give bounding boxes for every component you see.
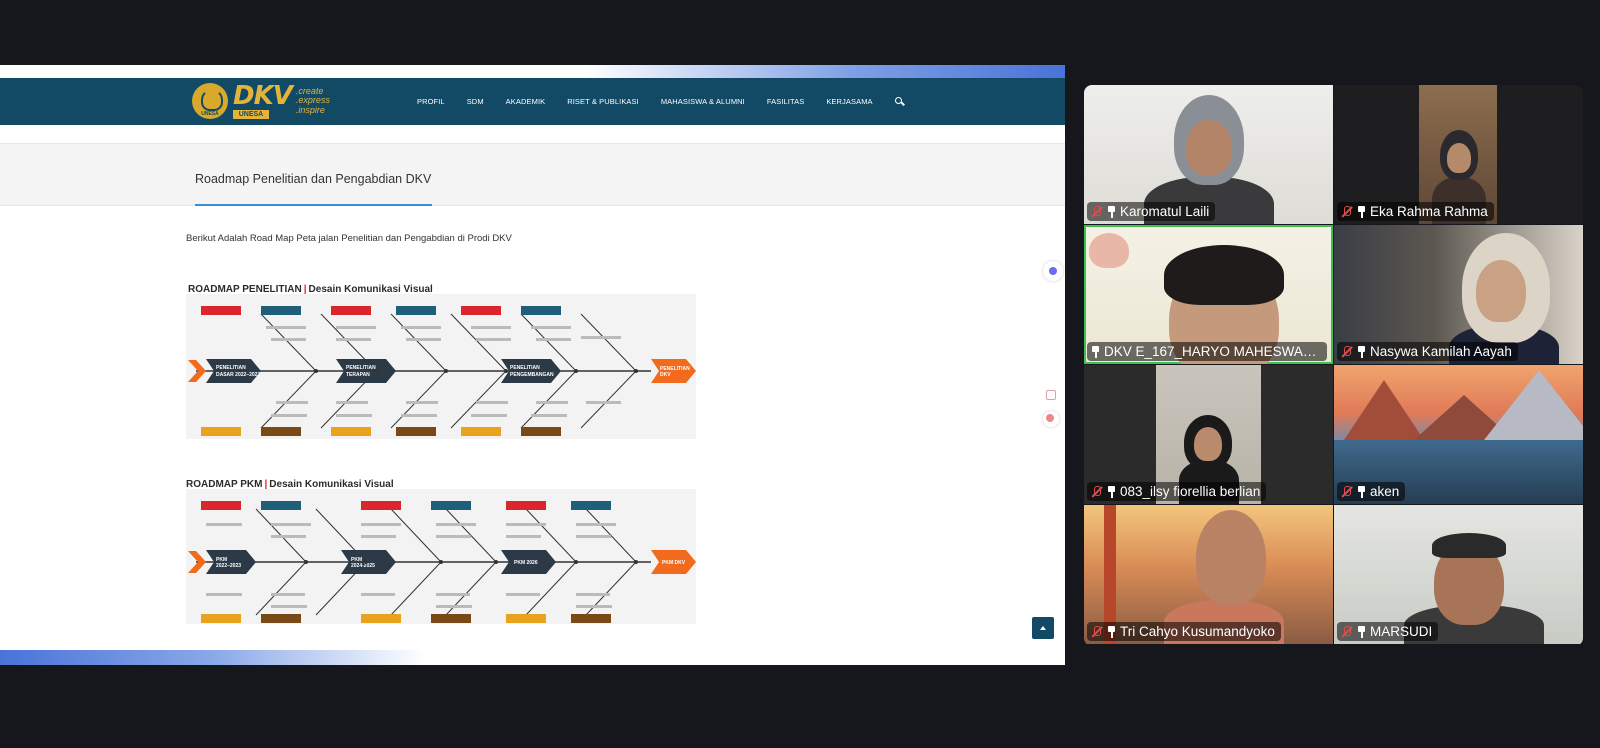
main-nav: PROFIL SDM AKADEMIK RISET & PUBLIKASI MA… — [417, 78, 905, 125]
participant-video — [1089, 233, 1129, 268]
page-title: Roadmap Penelitian dan Pengabdian DKV — [195, 172, 432, 186]
mic-off-icon — [1091, 205, 1103, 218]
roadmap-penelitian-image: ROADMAP PENELITIAN | Desain Komunikasi Vis… — [186, 284, 696, 439]
participant-name-tag: MARSUDI — [1337, 622, 1439, 641]
nav-item-akademik[interactable]: AKADEMIK — [506, 97, 546, 106]
participant-video — [1447, 143, 1471, 173]
svg-text:PENGEMBANGAN: PENGEMBANGAN — [510, 372, 554, 378]
participant-name-tag: Karomatul Laili — [1087, 202, 1216, 221]
participant-video — [1194, 427, 1222, 461]
nav-item-sdm[interactable]: SDM — [467, 97, 484, 106]
back-to-top-button[interactable] — [1032, 617, 1054, 639]
roadmap-pkm-fishbone: PKM2022–2023 PKM2024-2025 PKM 2026 PKM D… — [188, 501, 696, 623]
mic-off-icon — [1341, 625, 1353, 638]
pin-icon — [1357, 485, 1366, 498]
mic-off-icon — [1341, 345, 1353, 358]
participant-video — [1186, 120, 1232, 175]
participant-name-tag: 083_ilsy fiorellia berlian — [1087, 482, 1267, 501]
bottom-gradient-stripe — [0, 650, 1065, 665]
participant-name-tag: Tri Cahyo Kusumandyoko — [1087, 622, 1281, 641]
pin-icon — [1107, 625, 1116, 638]
svg-text:2022–2023: 2022–2023 — [216, 563, 241, 569]
pin-icon — [1091, 345, 1100, 358]
participant-tile[interactable]: Tri Cahyo Kusumandyoko — [1084, 505, 1333, 644]
intro-text: Berikut Adalah Road Map Peta jalan Penel… — [186, 233, 512, 244]
participant-video — [1484, 370, 1583, 440]
participant-video — [1476, 260, 1526, 322]
participant-tile[interactable]: Nasywa Kamilah Aayah — [1334, 225, 1583, 364]
pin-icon — [1357, 345, 1366, 358]
svg-text:2024-2025: 2024-2025 — [351, 563, 375, 569]
search-icon[interactable] — [894, 96, 905, 107]
roadmap-penelitian-fishbone: PENELITIANDASAR 2022–2023 PENELITIANTERA… — [188, 306, 696, 436]
mic-off-icon — [1341, 205, 1353, 218]
unesa-seal-icon: UNESA — [192, 83, 228, 119]
participant-gallery: Karomatul Laili Eka Rahma Rahma DKV E_16… — [1084, 85, 1583, 646]
svg-text:PKM DKV: PKM DKV — [662, 560, 686, 566]
nav-item-fasilitas[interactable]: FASILITAS — [767, 97, 804, 106]
svg-text:DKV: DKV — [660, 372, 671, 378]
title-underline — [195, 204, 432, 206]
mic-off-icon — [1091, 625, 1103, 638]
site-logo[interactable]: UNESA DKV UNESA .create .express .inspir… — [192, 81, 330, 121]
svg-text:DASAR 2022–2023: DASAR 2022–2023 — [216, 372, 260, 378]
pin-icon — [1107, 205, 1116, 218]
pin-icon — [1357, 205, 1366, 218]
roadmap-pkm-image: ROADMAP PKM | Desain Komunikasi Visual P… — [186, 479, 696, 624]
participant-tile[interactable]: MARSUDI — [1334, 505, 1583, 644]
pin-icon — [1357, 625, 1366, 638]
nav-item-mahasiswa-alumni[interactable]: MAHASISWA & ALUMNI — [661, 97, 745, 106]
participant-video — [1432, 533, 1506, 558]
floating-translate-icon[interactable] — [1043, 411, 1059, 427]
participant-name-tag: DKV E_167_HARYO MAHESWARA... — [1087, 342, 1327, 361]
participant-tile-active-speaker[interactable]: DKV E_167_HARYO MAHESWARA... — [1084, 225, 1333, 364]
nav-item-profil[interactable]: PROFIL — [417, 97, 445, 106]
nav-item-riset-publikasi[interactable]: RISET & PUBLIKASI — [567, 97, 639, 106]
svg-text:TERAPAN: TERAPAN — [346, 372, 370, 378]
participant-video — [1196, 510, 1266, 605]
participant-tile[interactable]: aken — [1334, 365, 1583, 504]
svg-text:PKM 2026: PKM 2026 — [514, 560, 538, 566]
logo-tagline: .create .express .inspire — [295, 85, 330, 115]
participant-tile[interactable]: 083_ilsy fiorellia berlian — [1084, 365, 1333, 504]
participant-tile[interactable]: Karomatul Laili — [1084, 85, 1333, 224]
participant-tile[interactable]: Eka Rahma Rahma — [1334, 85, 1583, 224]
nav-item-kerjasama[interactable]: KERJASAMA — [826, 97, 872, 106]
participant-name-tag: aken — [1337, 482, 1406, 501]
participant-name-tag: Eka Rahma Rahma — [1337, 202, 1494, 221]
mic-off-icon — [1341, 485, 1353, 498]
participant-video — [1164, 245, 1284, 305]
svg-text:PENELITIAN: PENELITIAN — [216, 365, 246, 371]
participant-video — [1344, 380, 1424, 440]
floating-assistant-icon[interactable] — [1043, 261, 1063, 281]
roadmap-pkm-title: ROADMAP PKM | Desain Komunikasi Visual — [186, 479, 394, 490]
top-gradient-stripe — [0, 65, 1065, 78]
page-title-band: Roadmap Penelitian dan Pengabdian DKV — [0, 143, 1065, 206]
floating-tool-icon[interactable] — [1043, 387, 1059, 403]
pin-icon — [1107, 485, 1116, 498]
svg-text:PENELITIAN: PENELITIAN — [510, 365, 540, 371]
shared-screen: UNESA DKV UNESA .create .express .inspir… — [0, 65, 1065, 665]
mic-off-icon — [1091, 485, 1103, 498]
svg-text:PENELITIAN: PENELITIAN — [346, 365, 376, 371]
participant-name-tag: Nasywa Kamilah Aayah — [1337, 342, 1518, 361]
roadmap-penelitian-title: ROADMAP PENELITIAN | Desain Komunikasi Vis… — [188, 284, 433, 295]
site-header: UNESA DKV UNESA .create .express .inspir… — [0, 78, 1065, 125]
logo-wordmark: DKV UNESA — [233, 81, 293, 119]
